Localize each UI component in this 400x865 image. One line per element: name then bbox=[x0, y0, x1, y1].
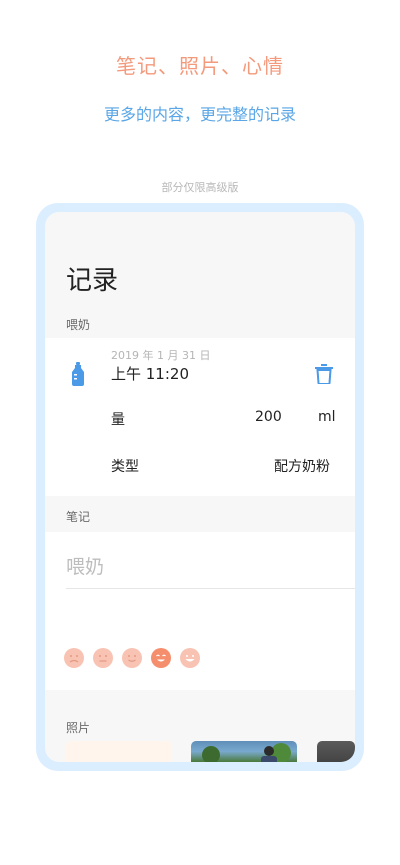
photo-thumbnail-3[interactable] bbox=[317, 741, 355, 762]
app-screen: 记录 喂奶 2019 年 1 月 31 日 上午 11:20 量 200 ml … bbox=[45, 212, 355, 762]
neutral-face-icon[interactable] bbox=[93, 648, 113, 668]
slight-smile-face-icon[interactable] bbox=[122, 648, 142, 668]
note-card: 喂奶 bbox=[45, 532, 355, 690]
amount-label: 量 bbox=[111, 412, 125, 428]
note-divider bbox=[66, 588, 355, 589]
trash-icon[interactable] bbox=[315, 364, 333, 384]
section-label-feed: 喂奶 bbox=[66, 318, 91, 332]
page-title: 记录 bbox=[66, 266, 119, 296]
phone-frame: 记录 喂奶 2019 年 1 月 31 日 上午 11:20 量 200 ml … bbox=[36, 203, 364, 771]
bottle-icon bbox=[72, 362, 84, 386]
type-value[interactable]: 配方奶粉 bbox=[274, 456, 330, 476]
feed-entry-card[interactable]: 2019 年 1 月 31 日 上午 11:20 量 200 ml 类型 配方奶… bbox=[45, 338, 355, 496]
entry-time[interactable]: 上午 11:20 bbox=[111, 363, 189, 384]
mood-selector bbox=[64, 648, 200, 668]
entry-date: 2019 年 1 月 31 日 bbox=[111, 349, 211, 362]
type-label: 类型 bbox=[111, 459, 139, 475]
section-label-photos: 照片 bbox=[66, 721, 91, 735]
sad-face-icon[interactable] bbox=[64, 648, 84, 668]
promo-subline: 更多的内容，更完整的记录 bbox=[103, 105, 296, 124]
promo-headline: 笔记、照片、心情 bbox=[116, 54, 284, 78]
amount-value[interactable]: 200 bbox=[255, 409, 282, 425]
photo-thumbnail-2[interactable] bbox=[191, 741, 297, 762]
premium-note: 部分仅限高级版 bbox=[161, 181, 239, 194]
amount-unit: ml bbox=[318, 409, 336, 425]
note-input[interactable]: 喂奶 bbox=[66, 552, 104, 579]
big-smile-face-icon[interactable] bbox=[180, 648, 200, 668]
section-label-note: 笔记 bbox=[66, 510, 91, 524]
photo-thumbnail-1[interactable] bbox=[66, 741, 172, 762]
photo-scene-icon bbox=[202, 743, 291, 762]
happy-face-icon[interactable] bbox=[151, 648, 171, 668]
